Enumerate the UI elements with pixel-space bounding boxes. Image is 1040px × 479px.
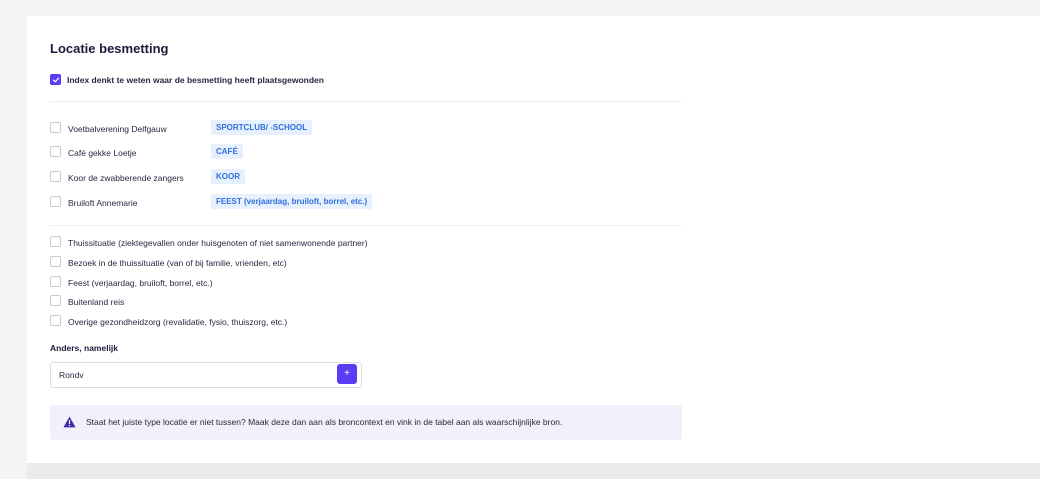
divider	[50, 225, 682, 226]
location-type-tag: SPORTCLUB/ -SCHOOL	[211, 120, 313, 135]
type-checkbox-gezondheidzorg[interactable]	[50, 315, 61, 326]
location-checkbox-cafe[interactable]	[50, 146, 61, 157]
type-checkbox-buitenland[interactable]	[50, 295, 61, 306]
other-input-wrapper	[50, 362, 362, 388]
location-name: Voetbalverening Delfgauw	[68, 124, 167, 134]
type-checkbox-feest[interactable]	[50, 276, 61, 287]
type-label: Feest (verjaardag, bruiloft, borrel, etc…	[68, 278, 213, 288]
divider	[50, 101, 682, 102]
location-checkbox-bruiloft[interactable]	[50, 196, 61, 207]
section-title: Locatie besmetting	[50, 41, 169, 56]
location-name: Café gekke Loetje	[68, 148, 137, 158]
other-label: Anders, namelijk	[50, 343, 119, 353]
location-checkbox-voetbalverening[interactable]	[50, 122, 61, 133]
other-input[interactable]	[59, 368, 329, 382]
location-type-tag: CAFÉ	[211, 144, 243, 159]
warning-icon	[63, 416, 76, 428]
type-label: Bezoek in de thuissituatie (van of bij f…	[68, 258, 287, 268]
type-checkbox-bezoek[interactable]	[50, 256, 61, 267]
footer-strip	[27, 463, 1040, 479]
index-knows-label: Index denkt te weten waar de besmetting …	[67, 75, 324, 85]
location-type-tag: KOOR	[211, 169, 245, 184]
check-icon	[52, 77, 59, 82]
location-name: Bruiloft Annemarie	[68, 198, 138, 208]
add-button[interactable]: +	[337, 364, 357, 384]
notice-text: Staat het juiste type locatie er niet tu…	[86, 417, 563, 427]
type-label: Buitenland reis	[68, 297, 125, 307]
location-type-tag: FEEST (verjaardag, bruiloft, borrel, etc…	[211, 194, 373, 209]
type-checkbox-thuissituatie[interactable]	[50, 236, 61, 247]
location-checkbox-koor[interactable]	[50, 171, 61, 182]
location-name: Koor de zwabberende zangers	[68, 173, 184, 183]
index-knows-checkbox[interactable]	[50, 74, 61, 85]
info-notice: Staat het juiste type locatie er niet tu…	[50, 405, 682, 440]
type-label: Thuissituatie (ziektegevallen onder huis…	[68, 238, 368, 248]
type-label: Overige gezondheidzorg (revalidatie, fys…	[68, 317, 288, 327]
